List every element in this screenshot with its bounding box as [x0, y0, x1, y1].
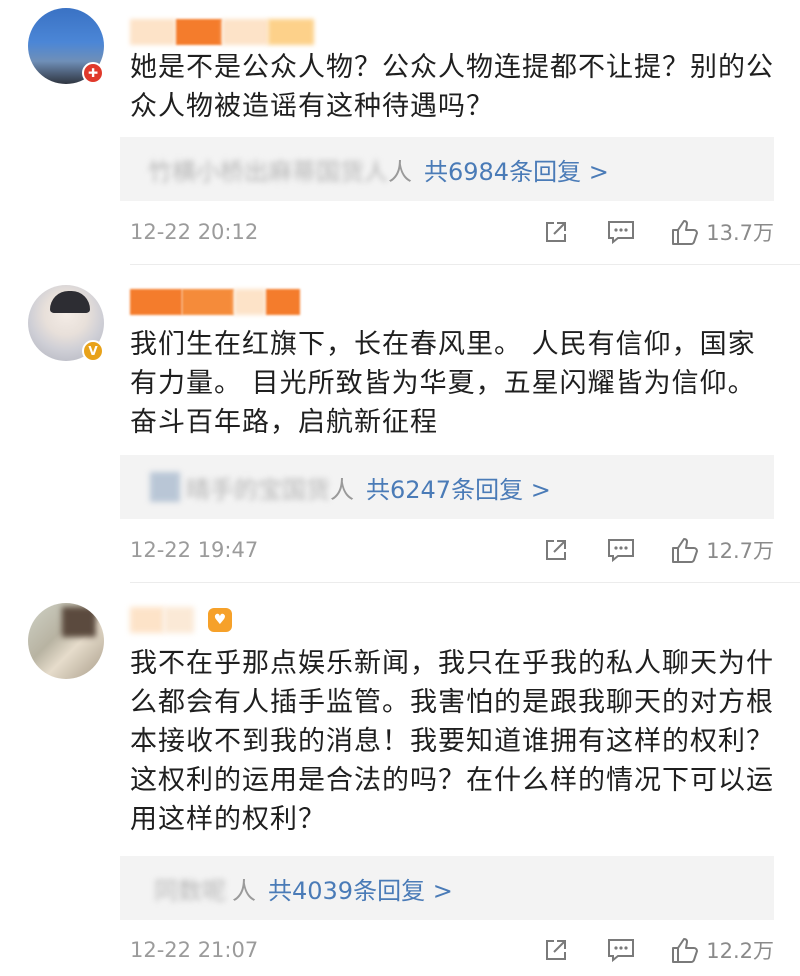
reply-summary[interactable]: 晴手的宝国货 人 共6247条回复 > [120, 455, 774, 519]
reply-summary[interactable]: 同数呢 人 共4039条回复 > [120, 856, 774, 920]
avatar[interactable] [28, 603, 104, 679]
thumbs-up-icon [672, 538, 699, 563]
reply-preview-blurred: 同数呢 [154, 876, 226, 905]
blurred-avatar-fragment [150, 472, 180, 502]
timestamp: 12-22 19:47 [130, 538, 259, 562]
verified-badge-icon: ✚ [82, 62, 104, 84]
divider [130, 264, 800, 265]
vip-verified-icon: V [82, 340, 104, 362]
timestamp: 12-22 21:07 [130, 938, 259, 962]
share-button[interactable] [542, 536, 570, 564]
person-glyph: 人 [330, 475, 354, 504]
username-blurred[interactable]: ♥ [130, 604, 232, 636]
like-count: 12.2万 [706, 939, 774, 963]
comment-button[interactable] [606, 218, 636, 246]
reply-preview-blurred: 晴手的宝国货 [186, 475, 330, 504]
reply-preview-blurred: 竹横小桥出麻蒂国货人 [148, 157, 388, 186]
thumbs-up-icon [672, 220, 699, 245]
comment-button[interactable] [606, 936, 636, 964]
username-blurred[interactable] [130, 16, 314, 48]
timestamp: 12-22 20:12 [130, 220, 259, 244]
person-glyph: 人 [232, 876, 256, 905]
thumbs-up-icon [672, 938, 699, 963]
like-count: 13.7万 [706, 221, 774, 245]
divider [130, 582, 800, 583]
share-icon [546, 940, 567, 960]
person-glyph: 人 [388, 157, 412, 186]
share-icon [546, 540, 567, 560]
comment-meta: 12-22 19:47 12.7万 [130, 532, 774, 568]
comment-icon [608, 539, 635, 563]
comment-text: 我不在乎那点娱乐新闻，我只在乎我的私人聊天为什么都会有人插手监管。我害怕的是跟我… [130, 648, 774, 835]
reply-summary[interactable]: 竹横小桥出麻蒂国货人 人 共6984条回复 > [120, 137, 774, 201]
share-button[interactable] [542, 936, 570, 964]
share-icon [546, 222, 567, 242]
comment-text: 我们生在红旗下，长在春风里。 人民有信仰，国家有力量。 目光所致皆为华夏，五星闪… [130, 329, 756, 438]
like-button[interactable]: 13.7万 [670, 217, 774, 247]
username-blurred[interactable] [130, 286, 300, 318]
comment-button[interactable] [606, 536, 636, 564]
comment-meta: 12-22 20:12 13.7万 [130, 214, 774, 250]
view-replies-link[interactable]: 共6247条回复 > [366, 470, 551, 505]
comment-icon [608, 221, 635, 245]
comment-meta: 12-22 21:07 12.2万 [130, 932, 774, 968]
fan-level-badge-icon: ♥ [208, 608, 232, 632]
like-button[interactable]: 12.7万 [670, 535, 774, 565]
share-button[interactable] [542, 218, 570, 246]
comment-text: 她是不是公众人物？公众人物连提都不让提？别的公众人物被造谣有这种待遇吗？ [130, 52, 774, 122]
view-replies-link[interactable]: 共6984条回复 > [424, 152, 609, 187]
like-count: 12.7万 [706, 539, 774, 563]
comment-icon [608, 939, 635, 963]
like-button[interactable]: 12.2万 [670, 935, 774, 965]
view-replies-link[interactable]: 共4039条回复 > [268, 871, 453, 906]
